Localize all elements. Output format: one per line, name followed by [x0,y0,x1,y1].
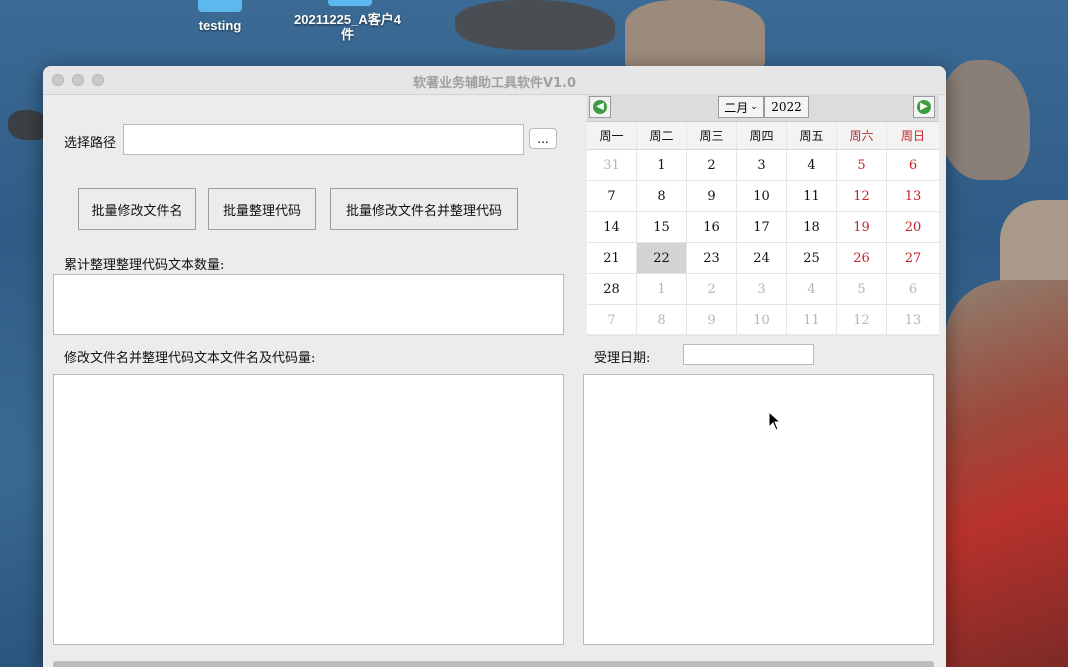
calendar-day-cell[interactable]: 8 [637,305,687,335]
calendar-day-cell[interactable]: 14 [587,212,637,242]
calendar-day-cell[interactable]: 11 [787,181,837,211]
calendar-day-cell[interactable]: 9 [687,305,737,335]
calendar-day-cell[interactable]: 18 [787,212,837,242]
batch-rename-tidy-button[interactable]: 批量修改文件名并整理代码 [330,188,518,230]
calendar-day-cell[interactable]: 4 [787,274,837,304]
calendar-day-cell[interactable]: 1 [637,150,687,180]
path-label: 选择路径 [64,136,117,151]
file-list-label: 修改文件名并整理代码文本文件名及代码量: [64,351,316,366]
calendar-day-cell[interactable]: 26 [837,243,887,273]
batch-tidy-code-button[interactable]: 批量整理代码 [208,188,316,230]
desktop-icon-label: testing [198,18,242,33]
calendar-day-cell[interactable]: 17 [737,212,787,242]
mouse-cursor-icon [768,411,782,431]
calendar-day-cell[interactable]: 11 [787,305,837,335]
prev-month-button[interactable]: ◀ [589,96,611,118]
file-list-output[interactable] [53,374,564,645]
weekday-header: 周三 [687,122,737,149]
calendar-day-cell[interactable]: 6 [887,150,939,180]
calendar-day-cell[interactable]: 13 [887,305,939,335]
window-title: 软著业务辅助工具软件V1.0 [412,76,577,91]
calendar-day-cell[interactable]: 13 [887,181,939,211]
count-output[interactable] [53,274,564,335]
calendar-day-cell[interactable]: 12 [837,181,887,211]
desktop-wallpaper-rock [940,60,1030,180]
calendar-week-row: 28 1 2 3 4 5 6 [587,274,939,305]
progress-bar [53,661,934,667]
calendar-day-cell[interactable]: 23 [687,243,737,273]
weekday-header: 周二 [637,122,687,149]
batch-rename-button[interactable]: 批量修改文件名 [78,188,196,230]
month-value: 二月 [724,100,749,115]
path-input[interactable] [123,124,524,155]
weekday-header: 周日 [900,129,925,143]
calendar-day-cell[interactable]: 2 [687,150,737,180]
calendar-day-cell[interactable]: 8 [637,181,687,211]
desktop-icon-testing[interactable]: testing [190,0,250,33]
calendar-week-row: 31 1 2 3 4 5 6 [587,150,939,181]
title-bar: 软著业务辅助工具软件V1.0 [43,66,946,95]
calendar-week-row: 7 8 9 10 11 12 13 [587,305,939,336]
accept-date-input[interactable] [683,344,814,365]
calendar-day-cell[interactable]: 6 [887,274,939,304]
folder-icon [198,0,242,12]
calendar-day-cell[interactable]: 19 [837,212,887,242]
calendar-week-row: 14 15 16 17 18 19 20 [587,212,939,243]
calendar-day-cell[interactable]: 9 [687,181,737,211]
calendar-day-cell[interactable]: 10 [737,305,787,335]
weekday-header-row: 周一 周二 周三 周四 周五 周六 周日 [587,122,939,150]
desktop-icon-label: 20211225_A客户4件 [294,12,401,42]
calendar-day-cell[interactable]: 25 [787,243,837,273]
weekday-header: 周四 [737,122,787,149]
calendar-day-cell[interactable]: 3 [737,150,787,180]
calendar-day-cell[interactable]: 5 [837,150,887,180]
arrow-right-icon: ▶ [917,100,931,114]
calendar-day-cell[interactable]: 16 [687,212,737,242]
calendar-day-cell[interactable]: 3 [737,274,787,304]
calendar-day-cell[interactable]: 15 [637,212,687,242]
calendar-day-cell[interactable]: 10 [737,181,787,211]
folder-icon [328,0,372,6]
calendar-day-cell[interactable]: 27 [887,243,939,273]
browse-button[interactable]: ... [529,128,557,149]
calendar: ◀ 二月 ⌄ 2022 ▶ 周一 周二 周三 周四 周五 周六 周日 31 1 2 3… [587,94,939,336]
calendar-day-cell[interactable]: 31 [587,150,637,180]
weekday-header: 周六 [837,122,887,149]
calendar-day-cell[interactable]: 28 [587,274,637,304]
arrow-left-icon: ◀ [593,100,607,114]
accept-date-label: 受理日期: [594,351,651,366]
calendar-day-cell[interactable]: 4 [787,150,837,180]
calendar-grid: 周一 周二 周三 周四 周五 周六 周日 31 1 2 3 4 5 6 7 8 9 10 11 12 13… [587,122,939,336]
calendar-day-cell[interactable]: 5 [837,274,887,304]
date-detail-output[interactable] [583,374,934,645]
count-label: 累计整理整理代码文本数量: [64,258,225,273]
calendar-day-cell[interactable]: 1 [637,274,687,304]
weekday-header: 周一 [587,122,637,149]
calendar-day-cell[interactable]: 12 [837,305,887,335]
calendar-day-cell[interactable]: 24 [737,243,787,273]
calendar-week-row: 21 22 23 24 25 26 27 [587,243,939,274]
desktop-wallpaper-rock [455,0,615,50]
chevron-down-icon: ⌄ [750,102,758,112]
calendar-day-cell[interactable]: 20 [887,212,939,242]
month-select[interactable]: 二月 ⌄ [718,96,764,118]
year-field[interactable]: 2022 [764,96,809,118]
calendar-day-cell[interactable]: 2 [687,274,737,304]
desktop-wallpaper-rock [8,110,48,140]
calendar-week-row: 7 8 9 10 11 12 13 [587,181,939,212]
calendar-day-cell[interactable]: 7 [587,305,637,335]
desktop-wallpaper-rock [625,0,765,70]
desktop-wallpaper-cliff [945,280,1068,667]
calendar-day-cell[interactable]: 7 [587,181,637,211]
next-month-button[interactable]: ▶ [913,96,935,118]
desktop-icon-customer-folder[interactable]: 20211225_A客户4件 [290,0,410,42]
weekday-header: 周五 [787,122,837,149]
calendar-header: ◀ 二月 ⌄ 2022 ▶ [587,94,939,122]
calendar-day-cell[interactable]: 22 [637,243,687,273]
calendar-day-cell[interactable]: 21 [587,243,637,273]
app-window: 软著业务辅助工具软件V1.0 选择路径 ... 批量修改文件名 批量整理代码 批… [43,66,946,667]
